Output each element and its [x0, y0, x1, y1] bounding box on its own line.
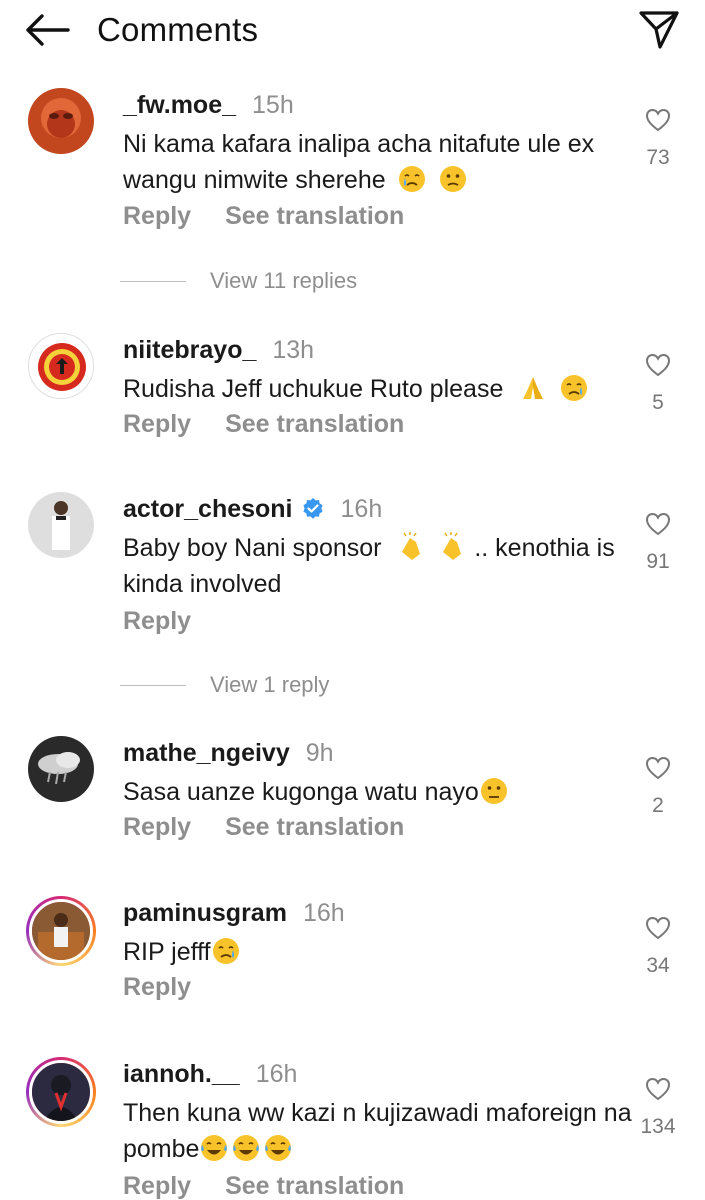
- timestamp: 9h: [305, 738, 334, 767]
- username[interactable]: iannoh.__: [123, 1060, 240, 1089]
- comment-item: iannoh.__ 16h Then kuna ww kazi n kujiza…: [0, 1057, 705, 1200]
- reply-button[interactable]: Reply: [123, 410, 191, 439]
- timestamp: 16h: [340, 494, 383, 523]
- avatar[interactable]: [28, 736, 94, 802]
- comment-text: Rudisha Jeff uchukue Ruto please: [123, 371, 633, 407]
- heart-icon[interactable]: [645, 353, 671, 377]
- comment-text: Ni kama kafara inalipa acha nitafute ule…: [123, 130, 595, 194]
- like-group: 134: [633, 1077, 683, 1139]
- like-group: 91: [633, 512, 683, 574]
- folded-hands-icon: [523, 377, 544, 399]
- like-group: 34: [633, 916, 683, 978]
- comment-actions: Reply See translation: [123, 199, 404, 233]
- comment-actions: Reply See translation: [123, 1169, 404, 1200]
- timestamp: 13h: [272, 335, 315, 364]
- crying-face-icon: [212, 938, 239, 964]
- like-count: 5: [652, 391, 664, 414]
- clapping-hands-icon: [402, 532, 421, 560]
- see-translation-button[interactable]: See translation: [225, 410, 404, 439]
- heart-icon[interactable]: [645, 916, 671, 940]
- username[interactable]: niitebrayo_: [123, 336, 256, 365]
- view-replies-label: View 1 reply: [210, 672, 330, 697]
- avatar[interactable]: [26, 1057, 96, 1127]
- comment-text: Then kuna ww kazi n kujizawadi maforeign…: [123, 1099, 632, 1163]
- avatar[interactable]: [26, 896, 96, 966]
- heart-icon[interactable]: [645, 1077, 671, 1101]
- tears-of-joy-face-icon: [265, 1135, 292, 1161]
- comment-actions: Reply: [123, 970, 191, 1004]
- timestamp: 15h: [252, 90, 294, 119]
- view-replies-button[interactable]: View 1 reply: [120, 669, 329, 701]
- page-title: Comments: [97, 11, 259, 48]
- avatar[interactable]: [28, 333, 94, 399]
- tears-of-joy-face-icon: [233, 1135, 260, 1161]
- comment-text: RIP jefff: [123, 934, 633, 970]
- reply-button[interactable]: Reply: [123, 607, 191, 636]
- confused-face-icon: [480, 778, 507, 804]
- crying-face-icon: [398, 166, 425, 192]
- like-count: 2: [652, 794, 664, 817]
- comment-actions: Reply See translation: [123, 407, 404, 441]
- send-icon[interactable]: [635, 6, 683, 54]
- like-count: 34: [646, 954, 670, 977]
- comment-item: paminusgram 16h RIP jefff Reply 34: [0, 896, 705, 1016]
- username[interactable]: actor_chesoni: [123, 495, 293, 524]
- see-translation-button[interactable]: See translation: [225, 813, 404, 842]
- comment-item: _fw.moe_ 15h Ni kama kafara inalipa acha…: [0, 88, 705, 288]
- username[interactable]: paminusgram: [123, 899, 287, 928]
- header: Comments: [0, 0, 705, 64]
- comment-actions: Reply See translation: [123, 810, 404, 844]
- heart-icon[interactable]: [645, 108, 671, 132]
- reply-button[interactable]: Reply: [123, 813, 191, 842]
- like-group: 5: [633, 353, 683, 415]
- like-count: 73: [646, 146, 670, 169]
- see-translation-button[interactable]: See translation: [225, 202, 404, 231]
- see-translation-button[interactable]: See translation: [225, 1172, 404, 1200]
- crying-face-icon: [561, 375, 588, 401]
- back-arrow-icon[interactable]: [22, 8, 72, 52]
- heart-icon[interactable]: [645, 756, 671, 780]
- comment-text: Sasa uanze kugonga watu nayo: [123, 774, 633, 810]
- confused-face-icon: [439, 166, 466, 192]
- reply-button[interactable]: Reply: [123, 973, 191, 1002]
- view-replies-label: View 11 replies: [210, 268, 358, 293]
- replies-divider: [120, 684, 186, 686]
- replies-divider: [120, 280, 186, 282]
- timestamp: 16h: [255, 1059, 298, 1088]
- comment-item: niitebrayo_ 13h Rudisha Jeff uchukue Rut…: [0, 333, 705, 453]
- like-count: 91: [646, 550, 670, 573]
- comment-text: Baby boy Nani sponsor .. kenothia is kin…: [123, 532, 615, 598]
- comment-meta: paminusgram 16h: [123, 896, 345, 930]
- like-group: 73: [633, 108, 683, 170]
- clapping-hands-icon: [443, 532, 462, 560]
- like-group: 2: [633, 756, 683, 818]
- comment-item: actor_chesoni 16h Baby boy Nani sponsor …: [0, 492, 705, 652]
- reply-button[interactable]: Reply: [123, 202, 191, 231]
- username[interactable]: mathe_ngeivy: [123, 739, 290, 768]
- avatar[interactable]: [28, 88, 94, 154]
- username[interactable]: _fw.moe_: [123, 91, 236, 120]
- view-replies-button[interactable]: View 11 replies: [120, 265, 357, 297]
- comment-meta: actor_chesoni 16h: [123, 492, 382, 526]
- avatar[interactable]: [28, 492, 94, 558]
- reply-button[interactable]: Reply: [123, 1172, 191, 1200]
- comment-meta: mathe_ngeivy 9h: [123, 736, 334, 770]
- timestamp: 16h: [302, 898, 345, 927]
- heart-icon[interactable]: [645, 512, 671, 536]
- verified-badge-icon: [302, 498, 323, 519]
- tears-of-joy-face-icon: [201, 1135, 228, 1161]
- avatar-image: [29, 1060, 93, 1124]
- avatar-image: [29, 899, 93, 963]
- comment-meta: iannoh.__ 16h: [123, 1057, 297, 1091]
- comment-item: mathe_ngeivy 9h Sasa uanze kugonga watu …: [0, 736, 705, 856]
- comment-meta: niitebrayo_ 13h: [123, 333, 314, 367]
- comment-actions: Reply: [123, 604, 191, 638]
- comment-meta: _fw.moe_ 15h: [123, 88, 294, 122]
- like-count: 134: [640, 1115, 676, 1138]
